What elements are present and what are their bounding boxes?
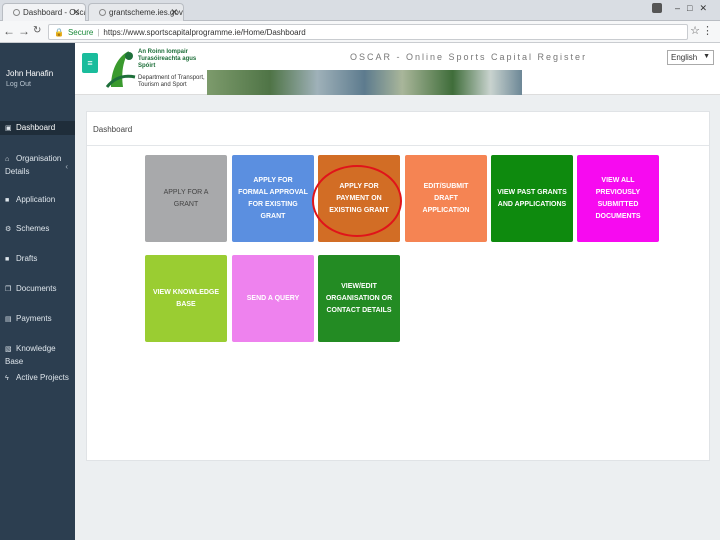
sidebar-item-schemes[interactable]: ⚙ Schemes (0, 223, 75, 236)
bolt-icon: ϟ (5, 375, 9, 382)
forward-icon[interactable]: → (18, 24, 30, 38)
browser-tab-dashboard[interactable]: Dashboard - Oscar ✕ (2, 3, 86, 21)
edit-submit-draft-tile[interactable]: EDIT/SUBMIT DRAFT APPLICATION (405, 155, 487, 242)
documents-icon: ❐ (5, 286, 12, 293)
back-icon[interactable]: ← (3, 24, 15, 38)
home-icon: ⌂ (5, 156, 10, 163)
department-logo: An Roinn Iompair Turasóireachta agus Spó… (105, 47, 205, 93)
logout-link[interactable]: Log Out (6, 81, 75, 88)
draft-icon: ■ (5, 256, 10, 263)
sidebar-item-application[interactable]: ■ Application (0, 194, 75, 207)
send-query-tile[interactable]: SEND A QUERY (232, 255, 314, 342)
browser-tab-grantscheme[interactable]: grantscheme.ies.gov.ie ✕ (88, 3, 184, 21)
browser-address-bar: ← → ↻ 🔒 Secure | https://www.sportscapitalp… (0, 21, 720, 43)
user-name: John Hanafin (6, 69, 54, 78)
tab-close-icon[interactable]: ✕ (72, 7, 80, 18)
lock-icon: 🔒 (54, 28, 64, 37)
dashboard-icon: ▣ (5, 125, 12, 132)
sidebar-item-payments[interactable]: ▤ Payments (0, 313, 75, 326)
sidebar-item-drafts[interactable]: ■ Drafts (0, 253, 75, 266)
chevron-down-icon: ▼ (703, 53, 710, 60)
secure-label: Secure (67, 28, 94, 37)
sidebar-item-active-projects[interactable]: ϟ Active Projects (0, 372, 75, 385)
file-icon: ■ (5, 197, 10, 204)
chevron-left-icon: ‹ (65, 162, 68, 171)
book-icon: ▧ (5, 346, 12, 353)
department-emblem-icon (105, 51, 136, 88)
sidebar-item-dashboard[interactable]: ▣ Dashboard (0, 121, 75, 135)
page-favicon-icon (99, 9, 106, 16)
bookmark-star-icon[interactable]: ☆ (690, 24, 700, 37)
apply-formal-approval-tile[interactable]: APPLY FOR FORMAL APPROVAL FOR EXISTING G… (232, 155, 314, 242)
site-header: John Hanafin Log Out ≡ An Roinn Iompair … (0, 43, 720, 95)
panel-title: Dashboard (87, 112, 709, 146)
view-past-grants-tile[interactable]: VIEW PAST GRANTS AND APPLICATIONS (491, 155, 573, 242)
apply-for-grant-tile[interactable]: APPLY FOR A GRANT (145, 155, 227, 242)
sidebar-item-knowledge-base[interactable]: ▧ Knowledge Base (0, 343, 75, 368)
cogs-icon: ⚙ (5, 226, 12, 233)
site-title: OSCAR - Online Sports Capital Register (350, 52, 588, 62)
url-text: https://www.sportscapitalprogramme.ie/Ho… (103, 28, 306, 37)
browser-tab-bar: Dashboard - Oscar ✕ grantscheme.ies.gov.… (0, 0, 720, 21)
browser-profile-icon[interactable] (652, 3, 662, 13)
view-submitted-documents-tile[interactable]: VIEW ALL PREVIOUSLY SUBMITTED DOCUMENTS (577, 155, 659, 242)
header-banner-image (207, 70, 522, 95)
menu-toggle-button[interactable]: ≡ (82, 53, 98, 73)
sidebar: ▣ Dashboard ⌂ Organisation Details ‹ ■ Appl… (0, 95, 75, 540)
reload-icon[interactable]: ↻ (33, 25, 41, 36)
browser-menu-icon[interactable]: ⋮ (702, 24, 713, 37)
payments-icon: ▤ (5, 316, 12, 323)
sidebar-item-organisation-details[interactable]: ⌂ Organisation Details ‹ (0, 153, 75, 178)
user-block: John Hanafin Log Out (0, 43, 75, 95)
page-favicon-icon (13, 9, 20, 16)
apply-for-payment-tile[interactable]: APPLY FOR PAYMENT ON EXISTING GRANT (318, 155, 400, 242)
view-edit-organisation-tile[interactable]: VIEW/EDIT ORGANISATION OR CONTACT DETAIL… (318, 255, 400, 342)
language-select[interactable]: English ▼ (667, 50, 714, 65)
tab-close-icon[interactable]: ✕ (170, 7, 178, 18)
sidebar-item-documents[interactable]: ❐ Documents (0, 283, 75, 296)
view-knowledge-base-tile[interactable]: VIEW KNOWLEDGE BASE (145, 255, 227, 342)
url-field[interactable]: 🔒 Secure | https://www.sportscapitalprogram… (48, 24, 688, 40)
window-controls[interactable]: –□✕ (675, 3, 714, 14)
